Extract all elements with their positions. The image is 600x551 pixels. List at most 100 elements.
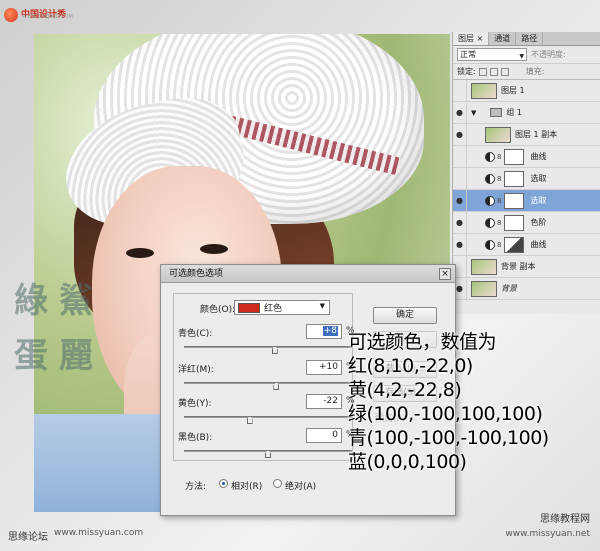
visibility-toggle[interactable] [453,79,467,102]
ok-button[interactable]: 确定 [373,307,437,324]
close-icon[interactable]: × [439,268,451,280]
layer-item[interactable]: 图层 1 [453,79,600,102]
yellow-slider-track [184,416,352,418]
layer-thumbnail [485,126,511,143]
eye-icon[interactable]: ● [453,101,467,124]
seal-char: 綠 [14,281,48,321]
adjustment-layer[interactable]: 8 曲线 [453,145,600,168]
annotation-line: 绿(100,-100,100,100) [348,403,543,425]
link-icon: 8 [497,152,502,161]
lock-pixels-icon[interactable] [489,67,498,76]
layers-panel: 图层 × 通道 路径 正常 ▼ 不透明度: 锁定: 填充: 图层 1 ● ▼ 组… [452,32,600,314]
layer-item[interactable]: 背景 副本 [453,255,600,278]
layer-name: 选取 [530,196,547,205]
adjustment-icon [485,151,495,162]
footer-right: 思缘教程网 www.missyuan.net [505,513,590,541]
adjustment-icon [485,217,495,228]
link-icon: 8 [497,196,502,205]
layer-name: 图层 1 [501,86,525,95]
layer-mask-thumbnail [504,236,525,253]
color-swatch [238,302,260,313]
link-icon: 8 [497,174,502,183]
photo-eye-left [126,248,154,258]
layer-name: 图层 1 副本 [515,130,558,139]
magenta-input[interactable]: +10 [306,360,342,375]
method-label: 方法: [185,482,207,492]
layer-item[interactable]: ● 背景 [453,277,600,300]
fill-label: 填充: [525,67,545,76]
opacity-label: 不透明度: [531,50,566,59]
folder-icon [490,108,503,117]
annotation-line: 可选颜色，数值为 [348,331,497,353]
visibility-toggle[interactable] [453,167,467,190]
layer-name: 选取 [530,174,547,183]
footer-right-url[interactable]: www.missyuan.net [505,527,590,541]
layer-mask-thumbnail [504,148,525,165]
seal-char: 鯊 [59,281,93,321]
adjustment-layer[interactable]: ● 8 曲线 [453,233,600,256]
footer-left: 思缘论坛 www.missyuan.com [8,528,143,543]
layer-mask-thumbnail [504,192,525,209]
lock-position-icon[interactable] [500,67,509,76]
annotation-line: 蓝(0,0,0,100) [348,451,467,473]
layer-mask-thumbnail [504,170,525,187]
logo-mark-icon [4,8,18,22]
layer-name: 曲线 [530,152,547,161]
visibility-toggle[interactable] [453,145,467,168]
chevron-down-icon: ▼ [519,53,524,60]
layer-item[interactable]: ● 图层 1 副本 [453,123,600,146]
annotation-line: 青(100,-100,-100,100) [348,427,549,449]
colors-label: 颜色(O): [200,305,236,315]
method-absolute-radio[interactable] [273,479,282,488]
method-absolute-label: 绝对(A) [285,482,317,492]
blend-mode-select[interactable]: 正常 ▼ [457,48,527,61]
blend-row: 正常 ▼ 不透明度: [453,46,600,64]
annotation-line: 红(8,10,-22,0) [348,355,473,377]
black-label: 黑色(B): [178,433,213,443]
site-logo-url: WWW.SHEJIXIU.COM [22,14,73,20]
yellow-label: 黄色(Y): [178,399,212,409]
eye-icon[interactable]: ● [453,189,467,212]
adjustment-layer[interactable]: 8 选取 [453,167,600,190]
photo-eye-right [200,244,228,254]
adjustment-icon [485,239,495,250]
seal-char: 蛋 [14,336,48,376]
tab-channels[interactable]: 通道 [489,32,517,45]
eye-icon[interactable]: ● [453,233,467,256]
layer-name: 背景 [501,284,517,293]
cyan-input[interactable]: +8 [306,324,342,339]
footer-left-url[interactable]: www.missyuan.com [54,528,143,543]
eye-icon[interactable]: ● [453,211,467,234]
lock-row: 锁定: 填充: [453,64,600,80]
adjustment-icon [485,195,495,206]
watermark-seal: 綠 鯊 蛋 麗 [14,282,104,392]
dialog-title: 可选颜色选项 [161,265,455,283]
layer-name: 组 1 [506,108,523,117]
layer-group[interactable]: ● ▼ 组 1 [453,101,600,124]
link-icon: 8 [497,218,502,227]
annotation-text: 可选颜色，数值为 红(8,10,-22,0) 黄(4,2,-22,8) 绿(10… [348,330,600,474]
method-relative-radio[interactable] [219,479,228,488]
expand-triangle-icon[interactable]: ▼ [471,109,476,117]
layer-thumbnail [471,258,497,275]
footer-right-name: 思缘教程网 [540,514,590,525]
colors-select[interactable]: 红色 ▼ [234,300,330,315]
adjustment-layer[interactable]: ● 8 色阶 [453,211,600,234]
layer-name: 背景 副本 [501,262,536,271]
layer-thumbnail [471,82,497,99]
lock-label: 锁定: [457,67,476,76]
annotation-line: 黄(4,2,-22,8) [348,379,462,401]
tab-layers[interactable]: 图层 × [453,32,490,45]
footer-left-name: 思缘论坛 [8,532,48,543]
cyan-label: 青色(C): [178,329,213,339]
seal-char: 麗 [59,336,93,376]
layers-panel-tabs: 图层 × 通道 路径 [453,32,600,46]
yellow-input[interactable]: -22 [306,394,342,409]
eye-icon[interactable]: ● [453,123,467,146]
tab-close-icon[interactable]: × [477,34,484,43]
adjustment-layer-selected[interactable]: ● 8 选取 [453,189,600,212]
lock-transparent-icon[interactable] [478,67,487,76]
magenta-label: 洋红(M): [178,365,214,375]
tab-paths[interactable]: 路径 [516,32,544,45]
black-input[interactable]: 0 [306,428,342,443]
